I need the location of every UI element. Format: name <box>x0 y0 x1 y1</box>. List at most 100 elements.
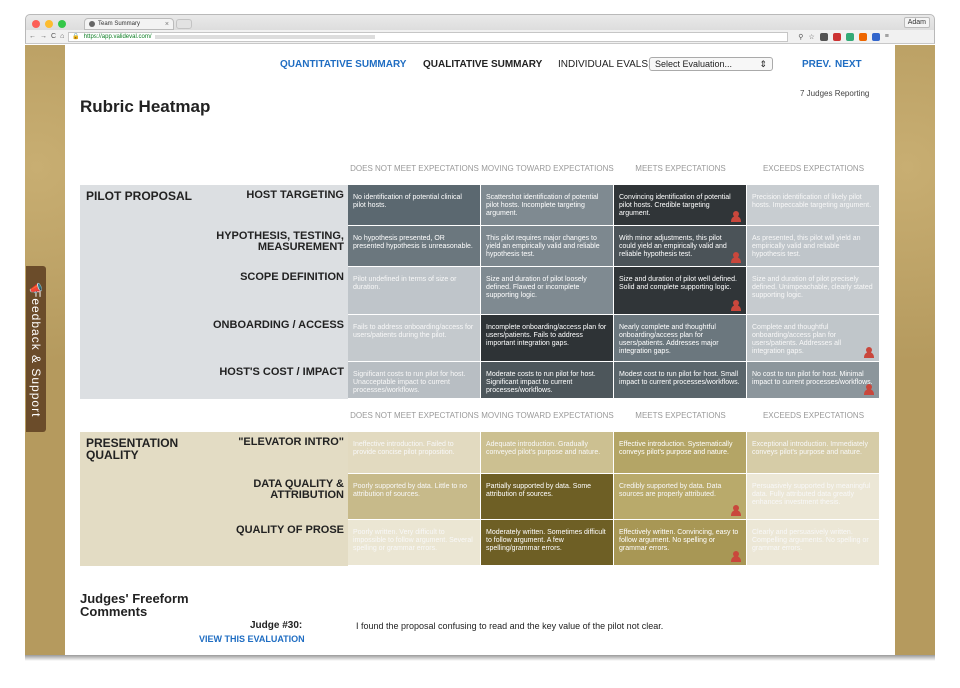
nav-qualitative-summary[interactable]: QUALITATIVE SUMMARY <box>423 59 542 70</box>
browser-tab[interactable]: Team Summary × <box>84 18 174 30</box>
judge-person-icon[interactable] <box>731 551 741 562</box>
judge-person-icon[interactable] <box>731 300 741 311</box>
column-header: EXCEEDS EXPECTATIONS <box>762 411 865 420</box>
heatmap-cell[interactable]: Moderately written. Sometimes difficult … <box>481 520 613 565</box>
maximize-window-button[interactable] <box>58 20 66 28</box>
rubric-row: DATA QUALITY & ATTRIBUTION Poorly support… <box>80 474 880 520</box>
heatmap-cell[interactable]: Precision identification of likely pilot… <box>747 185 879 225</box>
heatmap-cell[interactable]: Modest cost to run pilot for host. Small… <box>614 362 746 398</box>
heatmap-cell[interactable]: Convincing identification of potential p… <box>614 185 746 225</box>
heatmap-cell[interactable]: Incomplete onboarding/access plan for us… <box>481 315 613 361</box>
judge-person-icon[interactable] <box>864 384 874 395</box>
heatmap-cell[interactable]: Credibly supported by data. Data sources… <box>614 474 746 519</box>
rubric-row: SCOPE DEFINITION Pilot undefined in terms… <box>80 267 880 315</box>
heatmap-cell[interactable]: Nearly complete and thoughtful onboardin… <box>614 315 746 361</box>
cell-text: Complete and thoughtful onboarding/acces… <box>752 324 842 355</box>
home-icon[interactable]: ⌂ <box>60 33 64 40</box>
back-icon[interactable]: ← <box>29 33 36 40</box>
extension-icon[interactable] <box>819 32 828 41</box>
heatmap-cell[interactable]: Moderate costs to run pilot for host. Si… <box>481 362 613 398</box>
url-text: https://app.valideval.com/ <box>83 33 152 40</box>
profile-button[interactable]: Adam <box>903 17 930 28</box>
extensions: ⚲ ☆ ≡ <box>798 32 889 41</box>
menu-icon[interactable]: ≡ <box>885 33 889 41</box>
extension-icon[interactable] <box>845 32 854 41</box>
heatmap-cell[interactable]: This pilot requires major changes to yie… <box>481 226 613 266</box>
cell-text: Precision identification of likely pilot… <box>752 194 872 209</box>
heatmap-cell[interactable]: Size and duration of pilot well defined.… <box>614 267 746 314</box>
rubric-row: QUALITY OF PROSE Poorly written. Very dif… <box>80 520 880 566</box>
forward-icon[interactable]: → <box>40 33 47 40</box>
extension-icon[interactable] <box>832 32 841 41</box>
comment-text: I found the proposal confusing to read a… <box>356 621 664 631</box>
judge-person-icon[interactable] <box>731 252 741 263</box>
reload-icon[interactable]: C <box>51 33 56 40</box>
heatmap-cell[interactable]: With minor adjustments, this pilot could… <box>614 226 746 266</box>
rubric-row-label: "ELEVATOR INTRO" <box>238 436 344 448</box>
heatmap-cell[interactable]: Poorly supported by data. Little to no a… <box>348 474 480 519</box>
individual-evals-label: INDIVIDUAL EVALS: <box>558 59 651 70</box>
cell-text: With minor adjustments, this pilot could… <box>619 235 727 258</box>
heatmap-cell[interactable]: Partially supported by data. Some attrib… <box>481 474 613 519</box>
heatmap-cell[interactable]: Pilot undefined in terms of size or dura… <box>348 267 480 314</box>
browser-toolbar: ← → C ⌂ 🔒 https://app.valideval.com/ ⚲ ☆… <box>25 30 935 44</box>
heatmap-cell[interactable]: No cost to run pilot for host. Minimal i… <box>747 362 879 398</box>
window-controls[interactable] <box>32 20 66 28</box>
heatmap-cell[interactable]: Exceptional introduction. Immediately co… <box>747 432 879 473</box>
heatmap-cell[interactable]: Significant costs to run pilot for host.… <box>348 362 480 398</box>
feedback-support-tab[interactable]: 📣 Feedback & Support <box>26 266 46 432</box>
prev-link[interactable]: PREV. <box>802 59 831 70</box>
heatmap-cell[interactable]: Fails to address onboarding/access for u… <box>348 315 480 361</box>
heatmap-cell[interactable]: No hypothesis presented, OR presented hy… <box>348 226 480 266</box>
next-link[interactable]: NEXT <box>835 59 862 70</box>
cell-text: Size and duration of pilot loosely defin… <box>486 276 587 299</box>
tab-title: Team Summary <box>98 21 141 27</box>
judge-person-icon[interactable] <box>731 211 741 222</box>
heatmap-cell[interactable]: Scattershot identification of potential … <box>481 185 613 225</box>
heatmap-cell[interactable]: As presented, this pilot will yield an e… <box>747 226 879 266</box>
heatmap-cell[interactable]: Poorly written. Very difficult to imposs… <box>348 520 480 565</box>
minimize-window-button[interactable] <box>45 20 53 28</box>
cell-text: Scattershot identification of potential … <box>486 194 599 217</box>
heatmap-cell[interactable]: Effective introduction. Systematically c… <box>614 432 746 473</box>
cell-text: Exceptional introduction. Immediately co… <box>752 441 868 456</box>
cell-text: Credibly supported by data. Data sources… <box>619 483 722 498</box>
heatmap-cell[interactable]: Ineffective introduction. Failed to prov… <box>348 432 480 473</box>
nav-quantitative-summary[interactable]: QUANTITATIVE SUMMARY <box>280 59 406 70</box>
heatmap-cell[interactable]: Complete and thoughtful onboarding/acces… <box>747 315 879 361</box>
view-evaluation-link[interactable]: VIEW THIS EVALUATION <box>199 634 305 644</box>
heatmap-cell[interactable]: Adequate introduction. Gradually conveye… <box>481 432 613 473</box>
main-page: QUANTITATIVE SUMMARY QUALITATIVE SUMMARY… <box>65 45 895 655</box>
new-tab-button[interactable] <box>176 19 192 29</box>
heatmap-cell[interactable]: No identification of potential clinical … <box>348 185 480 225</box>
heatmap-cell[interactable]: Clearly and persuasively written. Compel… <box>747 520 879 565</box>
column-header: DOES NOT MEET EXPECTATIONS <box>350 411 479 420</box>
extension-icon[interactable] <box>858 32 867 41</box>
cell-text: No hypothesis presented, OR presented hy… <box>353 235 473 250</box>
close-tab-icon[interactable]: × <box>165 21 169 28</box>
rubric-row-label: HOST'S COST / IMPACT <box>219 366 344 378</box>
rubric-row-label: HOST TARGETING <box>246 189 344 201</box>
bookmark-star-icon[interactable]: ☆ <box>808 33 814 41</box>
heatmap-cell[interactable]: Size and duration of pilot precisely def… <box>747 267 879 314</box>
judge-person-icon[interactable] <box>864 347 874 358</box>
cell-text: Modest cost to run pilot for host. Small… <box>619 371 740 386</box>
evaluation-select[interactable]: Select Evaluation... ⇕ <box>649 57 773 71</box>
judges-reporting: 7 Judges Reporting <box>800 89 870 98</box>
extension-icon[interactable] <box>871 32 880 41</box>
cell-text: Poorly written. Very difficult to imposs… <box>353 529 473 552</box>
column-headers-pilot: DOES NOT MEET EXPECTATIONS MOVING TOWARD… <box>348 164 880 174</box>
comments-title: Judges' Freeform Comments <box>80 591 189 619</box>
close-window-button[interactable] <box>32 20 40 28</box>
rubric-row: HOST TARGETING No identification of poten… <box>80 185 880 226</box>
heatmap-cell[interactable]: Size and duration of pilot loosely defin… <box>481 267 613 314</box>
favicon-icon <box>89 21 95 27</box>
feedback-label: Feedback & Support <box>29 290 43 418</box>
heatmap-cell[interactable]: Persuasively supported by meaningful dat… <box>747 474 879 519</box>
heatmap-cell[interactable]: Effectively written. Convincing, easy to… <box>614 520 746 565</box>
zoom-icon[interactable]: ⚲ <box>798 33 803 41</box>
cell-text: Nearly complete and thoughtful onboardin… <box>619 324 719 355</box>
judge-person-icon[interactable] <box>731 505 741 516</box>
address-bar[interactable]: 🔒 https://app.valideval.com/ <box>68 31 789 42</box>
cell-text: Incomplete onboarding/access plan for us… <box>486 324 607 347</box>
